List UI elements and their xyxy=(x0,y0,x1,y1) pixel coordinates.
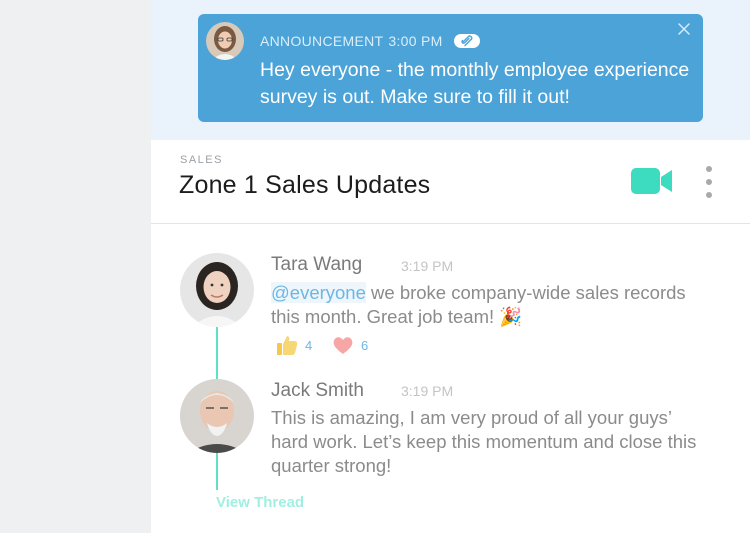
message-author[interactable]: Jack Smith xyxy=(271,380,364,402)
announcement-label: ANNOUNCEMENT xyxy=(260,33,384,49)
paperclip-icon[interactable] xyxy=(453,34,480,48)
channel-category: SALES xyxy=(180,154,223,166)
left-sidebar xyxy=(0,0,151,533)
reaction-count: 6 xyxy=(361,337,369,353)
video-camera-icon[interactable] xyxy=(631,167,673,195)
message-timestamp: 3:19 PM xyxy=(401,258,454,274)
thumbs-up-icon xyxy=(277,336,298,355)
announcement-time: 3:00 PM xyxy=(388,33,443,49)
message-author[interactable]: Tara Wang xyxy=(271,254,362,276)
kebab-menu-icon[interactable] xyxy=(703,164,715,200)
announcement-banner[interactable]: ANNOUNCEMENT 3:00 PM Hey everyone - the … xyxy=(198,14,703,122)
message-text: @everyone we broke company-wide sales re… xyxy=(271,281,701,329)
announcement-meta: ANNOUNCEMENT 3:00 PM xyxy=(260,33,480,49)
avatar[interactable] xyxy=(180,253,254,327)
announcement-avatar xyxy=(206,22,244,60)
announcement-text: Hey everyone - the monthly employee expe… xyxy=(260,59,690,108)
message-timestamp: 3:19 PM xyxy=(401,383,454,399)
channel-title: Zone 1 Sales Updates xyxy=(179,171,431,199)
reaction-thumbs-up[interactable]: 4 xyxy=(275,333,312,357)
close-icon[interactable] xyxy=(677,22,691,36)
avatar[interactable] xyxy=(180,379,254,453)
mention-everyone[interactable]: @everyone xyxy=(271,282,366,303)
heart-icon xyxy=(333,337,353,354)
reaction-heart[interactable]: 6 xyxy=(331,333,368,357)
channel-header: SALES Zone 1 Sales Updates xyxy=(151,140,750,224)
view-thread-link[interactable]: View Thread xyxy=(216,494,304,511)
message-text: This is amazing, I am very proud of all … xyxy=(271,407,697,476)
reaction-count: 4 xyxy=(305,337,313,353)
